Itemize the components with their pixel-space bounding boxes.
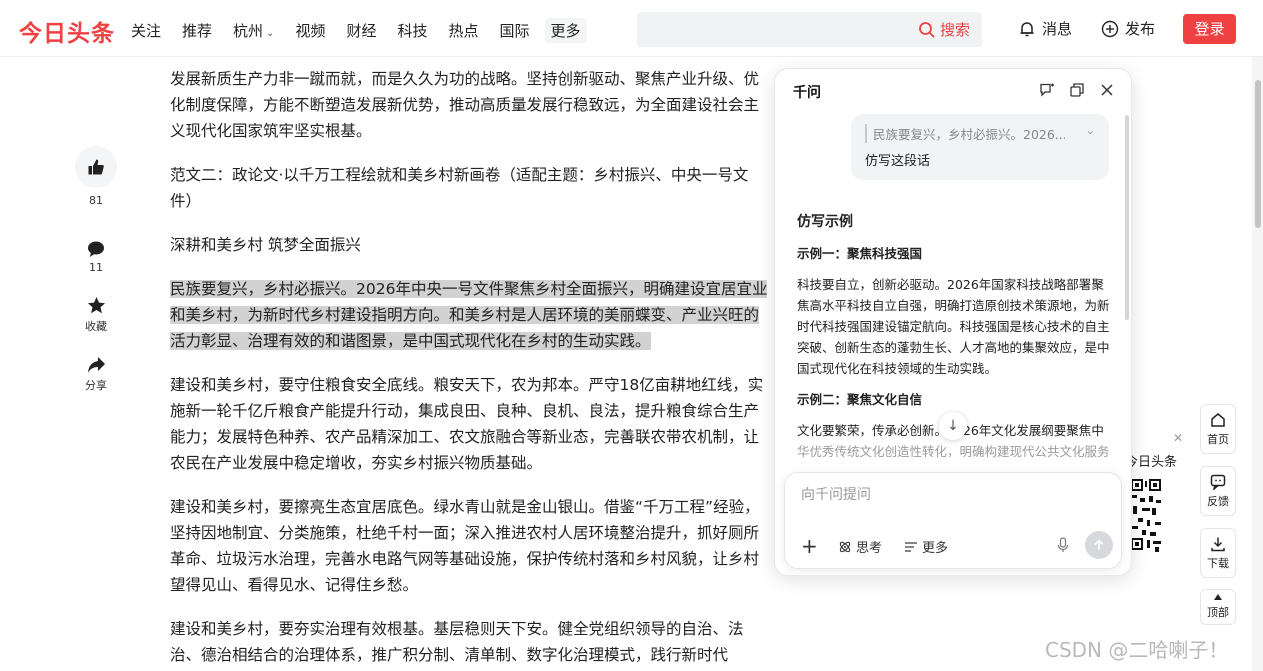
nav-item-video[interactable]: 视频 — [295, 20, 325, 41]
chevron-down-icon: ⌄ — [266, 28, 275, 39]
qr-card-title: 今日头条 — [1125, 455, 1178, 470]
panel-title: 千问 — [793, 85, 821, 101]
download-tool-button[interactable]: 下载 — [1200, 528, 1236, 578]
download-icon — [1211, 537, 1225, 552]
user-message-text: 仿写这段话 — [865, 154, 931, 169]
panel-scrollbar[interactable] — [1125, 115, 1129, 320]
nav-item-recommend[interactable]: 推荐 — [182, 20, 212, 41]
feedback-tool-label: 反馈 — [1207, 495, 1229, 508]
like-count: 81 — [89, 194, 103, 207]
comment-count: 11 — [89, 261, 103, 274]
article-paragraph: 范文二：政论文·以千万工程绘就和美乡村新画卷（适配主题：乡村振兴、中央一号文件） — [170, 166, 749, 210]
close-panel-button[interactable] — [1099, 82, 1115, 98]
arrow-up-icon — [1094, 539, 1104, 550]
caret-up-icon — [1214, 594, 1222, 600]
voice-input-button[interactable] — [1051, 533, 1075, 557]
watermark: CSDN @二哈喇子！ — [1045, 638, 1229, 662]
article-paragraph: 建设和美乡村，要夯实治理有效根基。基层稳则天下安。健全党组织领导的自治、法治、德… — [170, 620, 744, 664]
think-mode-button[interactable]: 思考 — [838, 537, 882, 556]
thumbs-up-icon — [88, 159, 104, 175]
scroll-down-button[interactable]: ↓ — [939, 412, 967, 440]
nav-item-city[interactable]: 杭州 ⌄ — [233, 20, 274, 41]
example-title: 示例二：聚焦文化自信 — [797, 392, 923, 407]
send-button[interactable] — [1085, 531, 1113, 559]
login-button[interactable]: 登录 — [1183, 14, 1236, 44]
chat-input[interactable] — [801, 487, 1101, 503]
nav-item-finance[interactable]: 财经 — [346, 20, 376, 41]
plus-circle-icon — [1101, 20, 1119, 37]
article-paragraph: 建设和美乡村，要守住粮食安全底线。粮安天下，农为邦本。严守18亿亩耕地红线，实施… — [170, 376, 764, 472]
more-label: 更多 — [922, 541, 949, 556]
article-paragraph: 发展新质生产力非一蹴而就，而是久久为功的战略。坚持创新驱动、聚焦产业升级、优化制… — [170, 70, 760, 140]
share-icon — [87, 357, 105, 373]
qr-code-image — [1130, 478, 1162, 553]
close-icon — [1101, 84, 1113, 96]
microphone-icon — [1057, 537, 1069, 552]
search-button-label: 搜索 — [939, 21, 970, 39]
chat-composer: + 思考 更多 — [784, 472, 1122, 569]
messages-button[interactable]: 消息 — [1018, 18, 1072, 39]
search-icon — [919, 22, 935, 38]
like-button[interactable]: 81 — [74, 146, 118, 207]
comment-icon — [88, 241, 104, 257]
example-body: 科技要自立，创新必驱动。2026年国家科技战略部署聚焦高水平科技自立自强，明确打… — [797, 277, 1110, 376]
close-icon[interactable]: ✕ — [1173, 431, 1183, 445]
back-to-top-label: 顶部 — [1207, 606, 1229, 619]
publish-label: 发布 — [1125, 20, 1156, 38]
nav-item-city-label: 杭州 — [233, 22, 264, 40]
back-to-top-button[interactable]: 顶部 — [1200, 589, 1236, 625]
publish-button[interactable]: 发布 — [1101, 18, 1155, 39]
nav-item-international[interactable]: 国际 — [500, 20, 530, 41]
response-heading: 仿写示例 — [797, 214, 853, 230]
nav-item-more[interactable]: 更多 — [544, 18, 587, 43]
home-icon — [1211, 413, 1225, 427]
share-button[interactable]: 分享 — [74, 356, 118, 393]
site-logo[interactable]: 今日头条 — [19, 14, 115, 48]
comment-button[interactable]: 11 — [74, 240, 118, 274]
ai-assistant-panel: 千问 民族要复兴，乡村必振兴。2026... ⌄ 仿写这段话 仿写示例 示例一：… — [774, 68, 1132, 576]
example-body-line-faded: 华优秀传统文化创造性转化，明确构建现代公共文化服务 — [797, 444, 1110, 459]
page-scrollbar-thumb[interactable] — [1255, 80, 1261, 228]
article-paragraph-selected: 民族要复兴，乡村必振兴。2026年中央一号文件聚焦乡村全面振兴，明确建设宜居宜业… — [170, 276, 770, 354]
channel-nav: 关注 推荐 杭州 ⌄ 视频 财经 科技 热点 国际 更多 — [131, 18, 608, 43]
messages-label: 消息 — [1042, 20, 1073, 38]
favorite-button[interactable]: 收藏 — [74, 296, 118, 334]
add-attachment-button[interactable]: + — [801, 534, 818, 558]
star-icon — [87, 296, 105, 314]
menu-lines-icon — [905, 541, 917, 552]
download-tool-label: 下载 — [1207, 557, 1229, 570]
user-message-bubble: 民族要复兴，乡村必振兴。2026... ⌄ 仿写这段话 — [851, 114, 1109, 180]
more-options-button[interactable]: 更多 — [904, 537, 948, 556]
nav-item-hot[interactable]: 热点 — [448, 20, 478, 41]
article-body: 发展新质生产力非一蹴而就，而是久久为功的战略。坚持创新驱动、聚焦产业升级、优化制… — [170, 66, 770, 671]
chevron-down-icon[interactable]: ⌄ — [1086, 124, 1095, 137]
new-chat-button[interactable] — [1039, 82, 1055, 98]
like-circle — [75, 146, 117, 188]
panel-header-actions — [1025, 82, 1115, 98]
search-input[interactable]: 搜索 — [637, 12, 982, 47]
think-label: 思考 — [856, 541, 883, 556]
nav-item-follow[interactable]: 关注 — [131, 20, 161, 41]
window-expand-icon — [1070, 83, 1084, 97]
feedback-icon — [1210, 474, 1226, 490]
top-navigation-bar: 今日头条 关注 推荐 杭州 ⌄ 视频 财经 科技 热点 国际 更多 搜索 消息 发… — [0, 0, 1263, 57]
search-button[interactable]: 搜索 — [918, 19, 970, 40]
favorite-label: 收藏 — [85, 320, 107, 333]
atom-icon — [839, 541, 851, 552]
home-tool-button[interactable]: 首页 — [1200, 404, 1236, 454]
share-label: 分享 — [85, 379, 107, 392]
nav-item-tech[interactable]: 科技 — [397, 20, 427, 41]
feedback-tool-button[interactable]: 反馈 — [1200, 466, 1236, 516]
arrow-down-icon: ↓ — [947, 418, 959, 434]
bell-icon — [1020, 21, 1034, 36]
new-chat-icon — [1040, 83, 1054, 97]
quoted-text[interactable]: 民族要复兴，乡村必振兴。2026... — [865, 124, 1065, 143]
article-paragraph: 建设和美乡村，要擦亮生态宜居底色。绿水青山就是金山银山。借鉴“千万工程”经验，坚… — [170, 498, 760, 594]
selected-text[interactable]: 民族要复兴，乡村必振兴。2026年中央一号文件聚焦乡村全面振兴，明确建设宜居宜业… — [170, 280, 768, 350]
expand-window-button[interactable] — [1069, 82, 1085, 98]
example-title: 示例一：聚焦科技强国 — [797, 246, 923, 261]
article-subtitle: 深耕和美乡村 筑梦全面振兴 — [170, 236, 361, 254]
home-tool-label: 首页 — [1207, 433, 1229, 446]
